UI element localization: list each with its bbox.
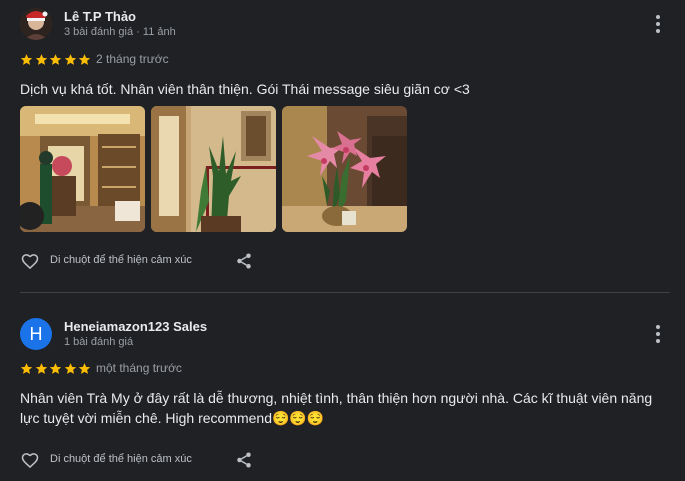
share-icon	[237, 253, 251, 269]
lily-flowers-photo	[282, 106, 407, 232]
star-icon	[35, 54, 47, 65]
hallway-plant-photo	[151, 106, 276, 232]
review-photo-hallway[interactable]	[151, 106, 276, 232]
react-button[interactable]	[20, 251, 40, 271]
author-name[interactable]: Heneiamazon123 Sales	[64, 319, 207, 334]
lobby-photo	[20, 106, 145, 232]
review-time: một tháng trước	[96, 361, 182, 375]
avatar-image	[20, 8, 52, 40]
star-icon	[20, 363, 33, 374]
review-text-body: Nhân viên Trà My ở đây rất là dễ thương,…	[20, 390, 653, 426]
more-options-button[interactable]	[648, 12, 668, 36]
star-icon	[49, 363, 62, 374]
review-actions: Di chuột để thể hiện cảm xúc	[20, 251, 260, 273]
review-photo-lobby[interactable]	[20, 106, 145, 232]
review-card: H Heneiamazon123 Sales 1 bài đánh giá mộ…	[0, 293, 685, 481]
relieved-face-emoji: 😌😌😌	[271, 410, 325, 426]
review-actions: Di chuột để thể hiện cảm xúc	[20, 450, 260, 472]
review-time: 2 tháng trước	[96, 52, 169, 66]
review-text: Dịch vụ khá tốt. Nhân viên thân thiện. G…	[20, 81, 470, 97]
author-meta: 3 bài đánh giá · 11 ảnh	[64, 26, 176, 38]
author-avatar[interactable]: H	[20, 318, 52, 350]
star-icon	[20, 54, 33, 65]
star-icon	[49, 54, 62, 65]
more-options-button[interactable]	[648, 322, 668, 346]
star-rating	[20, 53, 93, 67]
star-icon	[35, 363, 47, 374]
review-photo-lilies[interactable]	[282, 106, 407, 232]
review-card: Lê T.P Thảo 3 bài đánh giá · 11 ảnh 2 th…	[0, 0, 685, 292]
share-icon	[237, 452, 251, 468]
share-button[interactable]	[235, 251, 253, 271]
reaction-hint: Di chuột để thể hiện cảm xúc	[50, 254, 192, 266]
review-text: Nhân viên Trà My ở đây rất là dễ thương,…	[20, 388, 660, 428]
more-vert-icon	[656, 15, 660, 33]
author-avatar[interactable]	[20, 8, 52, 40]
author-meta: 1 bài đánh giá	[64, 336, 134, 348]
author-name[interactable]: Lê T.P Thảo	[64, 9, 136, 24]
heart-outline-icon	[21, 453, 39, 469]
more-vert-icon	[656, 325, 660, 343]
star-rating	[20, 362, 93, 376]
star-icon	[64, 54, 76, 65]
heart-outline-icon	[21, 254, 39, 270]
star-icon	[78, 54, 91, 65]
react-button[interactable]	[20, 450, 40, 470]
star-icon	[78, 363, 91, 374]
reaction-hint: Di chuột để thể hiện cảm xúc	[50, 453, 192, 465]
star-icon	[64, 363, 76, 374]
share-button[interactable]	[235, 450, 253, 470]
